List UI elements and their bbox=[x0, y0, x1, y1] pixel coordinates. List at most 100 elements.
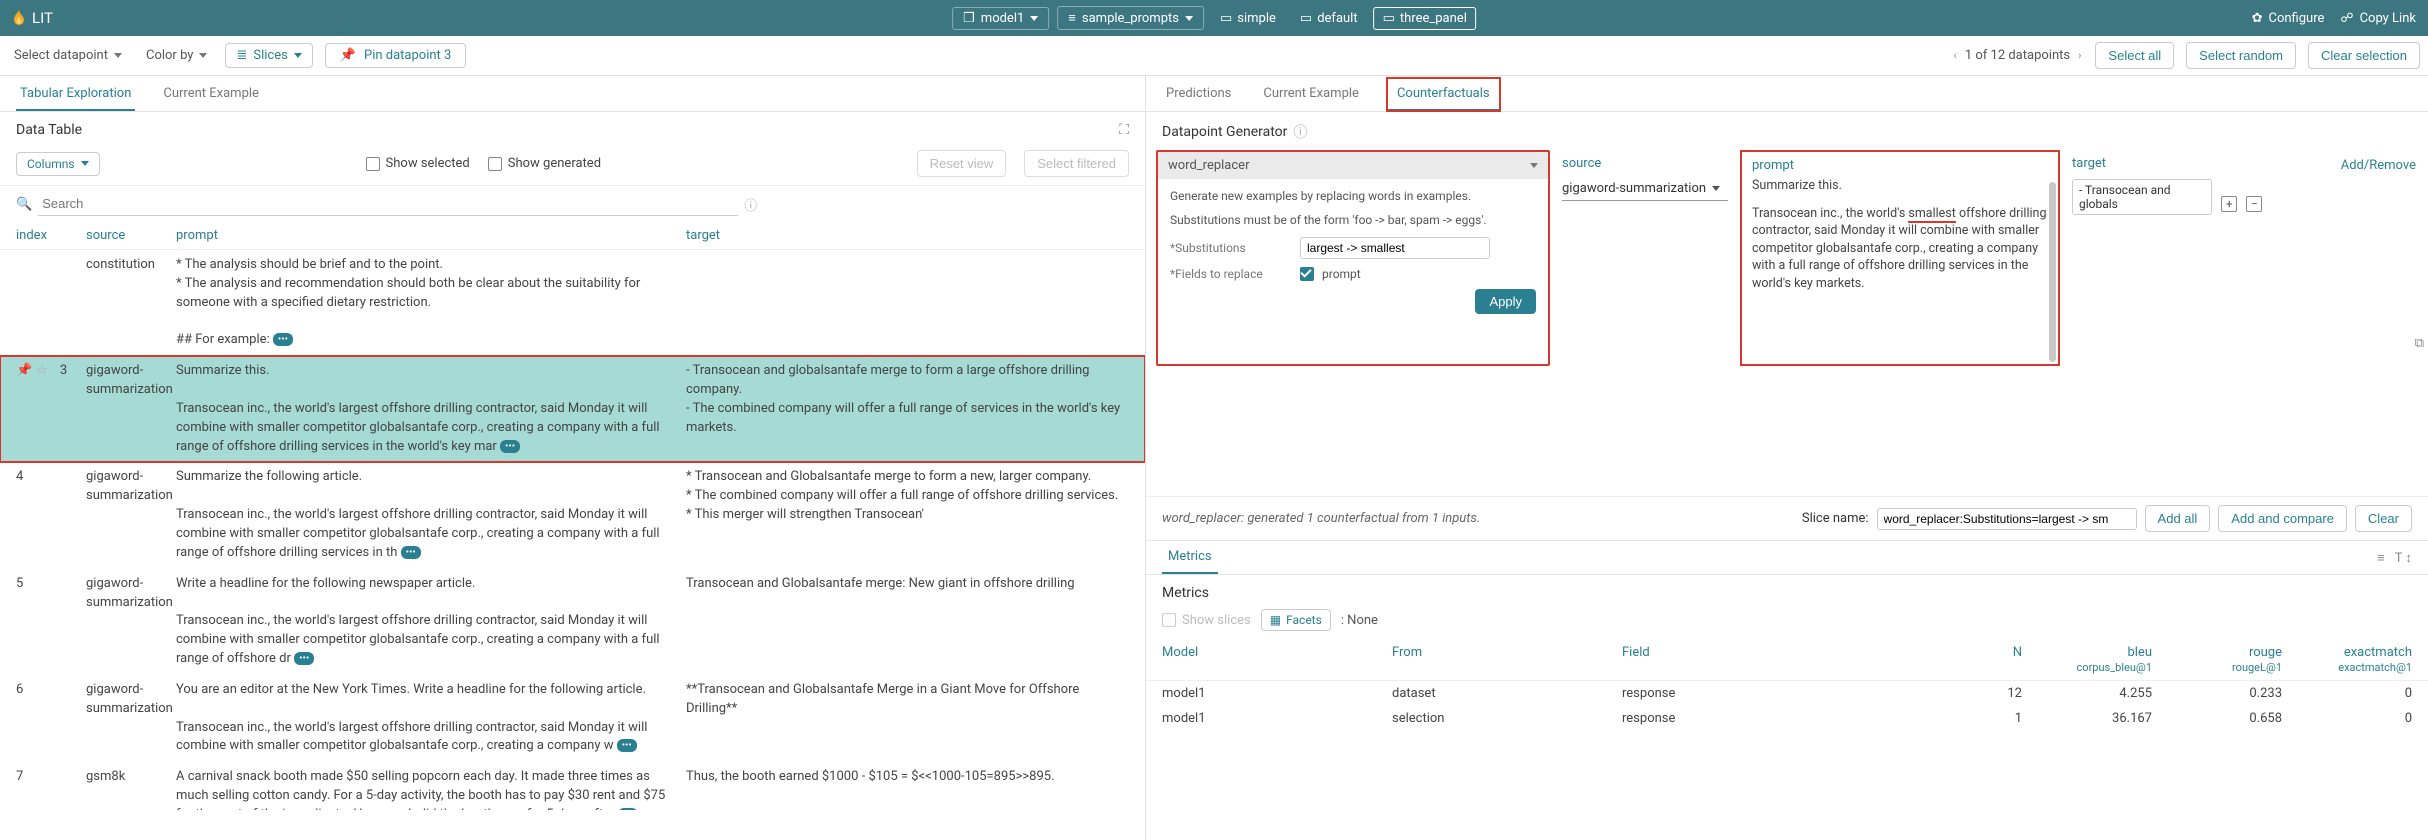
dataset-dropdown[interactable]: ≡ sample_prompts bbox=[1057, 6, 1204, 30]
checkbox-icon bbox=[488, 157, 502, 171]
chevron-down-icon bbox=[1530, 163, 1538, 168]
layout-three-panel[interactable]: ▭ three_panel bbox=[1374, 7, 1476, 30]
table-controls: Columns Show selected Show generated Res… bbox=[0, 146, 1145, 186]
add-all-button[interactable]: Add all bbox=[2145, 505, 2211, 532]
more-pill[interactable]: ••• bbox=[617, 739, 637, 752]
source-dropdown[interactable]: gigaword-summarization bbox=[1562, 177, 1728, 201]
hamburger-icon[interactable]: ≡ bbox=[2377, 550, 2385, 566]
table-row[interactable]: constitution* The analysis should be bri… bbox=[0, 250, 1145, 356]
table-row[interactable]: 5gigaword-summarizationWrite a headline … bbox=[0, 569, 1145, 675]
search-input[interactable] bbox=[38, 192, 738, 216]
layout-simple[interactable]: ▭ simple bbox=[1212, 8, 1284, 29]
generator-target-col: target Add/Remove - Transocean and globa… bbox=[2060, 150, 2428, 366]
chevron-left-icon[interactable]: ‹ bbox=[1952, 49, 1959, 62]
help-icon[interactable]: ⓘ bbox=[744, 195, 757, 214]
apply-button[interactable]: Apply bbox=[1475, 289, 1536, 314]
color-by-dropdown[interactable]: Color by bbox=[140, 44, 213, 67]
layout-icon: ▭ bbox=[1300, 11, 1312, 26]
data-table-title: Data Table ⛶ bbox=[0, 112, 1145, 146]
clear-selection-button[interactable]: Clear selection bbox=[2308, 42, 2420, 69]
model-dropdown[interactable]: ❒ model1 bbox=[952, 7, 1049, 30]
generator-footer: word_replacer: generated 1 counterfactua… bbox=[1146, 496, 2428, 540]
app-logo: LIT bbox=[12, 9, 53, 27]
show-generated-checkbox[interactable]: Show generated bbox=[488, 156, 601, 171]
pin-datapoint-button[interactable]: 📌 Pin datapoint 3 bbox=[325, 43, 467, 68]
select-datapoint-dropdown[interactable]: Select datapoint bbox=[8, 44, 128, 67]
clear-button[interactable]: Clear bbox=[2355, 505, 2412, 532]
select-filtered-button[interactable]: Select filtered bbox=[1024, 150, 1129, 177]
add-icon[interactable]: + bbox=[2221, 196, 2237, 212]
remove-icon[interactable]: − bbox=[2246, 196, 2262, 212]
table-header: index source prompt target bbox=[0, 220, 1145, 250]
target-input[interactable]: - Transocean and globals bbox=[2072, 179, 2212, 215]
word-replacer-header[interactable]: word_replacer bbox=[1158, 152, 1548, 179]
left-tabs: Tabular Exploration Current Example bbox=[0, 76, 1145, 112]
more-pill[interactable]: ••• bbox=[500, 440, 520, 453]
layout-default[interactable]: ▭ default bbox=[1292, 8, 1366, 29]
show-selected-checkbox[interactable]: Show selected bbox=[366, 156, 470, 171]
select-random-button[interactable]: Select random bbox=[2186, 42, 2296, 69]
add-remove-link[interactable]: Add/Remove bbox=[2341, 158, 2416, 173]
metrics-header: Model From Field N bleucorpus_bleu@1 rou… bbox=[1146, 639, 2428, 681]
secondary-toolbar: Select datapoint Color by ≣ Slices 📌 Pin… bbox=[0, 36, 2428, 76]
link-icon: ☍ bbox=[2340, 11, 2353, 26]
copy-link-button[interactable]: ☍ Copy Link bbox=[2340, 11, 2416, 26]
cube-icon: ❒ bbox=[963, 11, 975, 26]
reset-view-button[interactable]: Reset view bbox=[917, 150, 1007, 177]
grid-icon: ▦ bbox=[1270, 613, 1281, 627]
table-row[interactable]: 6gigaword-summarizationYou are an editor… bbox=[0, 675, 1145, 762]
pin-icon: 📌 bbox=[340, 48, 356, 63]
copy-icon[interactable]: ⧉ bbox=[2415, 336, 2424, 351]
word-replacer-panel: word_replacer Generate new examples by r… bbox=[1156, 150, 1550, 366]
scrollbar[interactable] bbox=[2049, 182, 2056, 362]
substitutions-input[interactable] bbox=[1300, 237, 1490, 259]
metrics-row: model1selectionresponse136.1670.6580 bbox=[1146, 706, 2428, 731]
facets-button[interactable]: ▦ Facets bbox=[1261, 609, 1331, 631]
left-pane: Tabular Exploration Current Example Data… bbox=[0, 76, 1146, 840]
layout-icon: ▭ bbox=[1383, 11, 1395, 26]
tab-predictions[interactable]: Predictions bbox=[1162, 78, 1235, 111]
tab-current-example[interactable]: Current Example bbox=[159, 78, 263, 111]
more-pill[interactable]: ••• bbox=[401, 546, 421, 559]
app-name: LIT bbox=[32, 9, 53, 27]
tab-metrics[interactable]: Metrics bbox=[1162, 541, 1218, 574]
generated-prompt-text: Transocean inc., the world's smallest of… bbox=[1752, 205, 2048, 293]
tab-current-example[interactable]: Current Example bbox=[1259, 78, 1363, 111]
generator-prompt-col: prompt Summarize this. Transocean inc., … bbox=[1740, 150, 2060, 366]
table-row[interactable]: 4gigaword-summarizationSummarize the fol… bbox=[0, 462, 1145, 568]
table-row[interactable]: 📌☆3gigaword-summarizationSummarize this.… bbox=[0, 356, 1145, 462]
chevron-right-icon[interactable]: › bbox=[2076, 49, 2083, 62]
add-compare-button[interactable]: Add and compare bbox=[2218, 505, 2347, 532]
chevron-down-icon bbox=[114, 53, 122, 58]
chevron-down-icon bbox=[294, 53, 302, 58]
slices-button[interactable]: ≣ Slices bbox=[225, 43, 312, 68]
show-slices-checkbox[interactable]: Show slices bbox=[1162, 613, 1251, 628]
metrics-row: model1datasetresponse124.2550.2330 bbox=[1146, 681, 2428, 706]
slice-name-input[interactable] bbox=[1877, 508, 2137, 530]
table-row[interactable]: 7gsm8kA carnival snack booth made $50 se… bbox=[0, 762, 1145, 810]
help-icon[interactable]: ⓘ bbox=[1293, 122, 1307, 142]
chevron-down-icon bbox=[1030, 16, 1038, 21]
gear-icon: ✿ bbox=[2252, 11, 2263, 26]
right-pane: Predictions Current Example Counterfactu… bbox=[1146, 76, 2428, 840]
prompt-checkbox[interactable] bbox=[1300, 267, 1314, 281]
configure-button[interactable]: ✿ Configure bbox=[2252, 11, 2325, 26]
chevron-down-icon bbox=[1185, 16, 1193, 21]
list-icon: ≡ bbox=[1068, 10, 1076, 26]
select-all-button[interactable]: Select all bbox=[2095, 42, 2174, 69]
star-icon[interactable]: ☆ bbox=[36, 362, 48, 381]
columns-dropdown[interactable]: Columns bbox=[16, 152, 100, 176]
text-icon[interactable]: T ↕ bbox=[2395, 550, 2412, 566]
fullscreen-icon[interactable]: ⛶ bbox=[1119, 122, 1129, 138]
more-pill[interactable]: ••• bbox=[294, 652, 314, 665]
table-body: constitution* The analysis should be bri… bbox=[0, 250, 1145, 810]
more-pill[interactable]: ••• bbox=[618, 808, 638, 810]
more-pill[interactable]: ••• bbox=[273, 333, 293, 346]
datapoint-nav: ‹ 1 of 12 datapoints › bbox=[1952, 48, 2084, 63]
generator-title: Datapoint Generator ⓘ bbox=[1146, 112, 2428, 150]
pin-icon[interactable]: 📌 bbox=[16, 362, 32, 381]
tab-tabular-exploration[interactable]: Tabular Exploration bbox=[16, 78, 135, 111]
chevron-down-icon bbox=[1712, 186, 1720, 191]
right-tabs: Predictions Current Example Counterfactu… bbox=[1146, 76, 2428, 112]
tab-counterfactuals[interactable]: Counterfactuals bbox=[1387, 78, 1500, 111]
